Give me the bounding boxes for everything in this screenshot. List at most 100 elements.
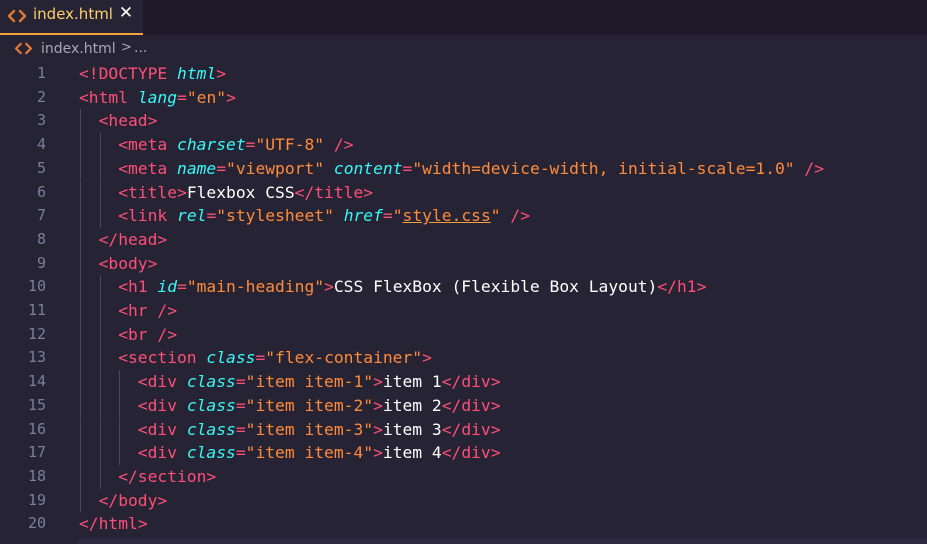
- line-number: 4: [36, 135, 46, 154]
- code-line[interactable]: 14 <div class="item item-1">item 1</div>: [0, 370, 927, 394]
- code-token: <title>: [118, 182, 187, 202]
- code-line[interactable]: 16 <div class="item item-3">item 3</div>: [0, 417, 927, 442]
- code-line[interactable]: 13 <section class="flex-container">: [0, 346, 927, 371]
- code-token: </body>: [98, 490, 168, 510]
- indent-guide: [80, 488, 81, 513]
- code-token: CSS FlexBox (Flexible Box Layout): [333, 277, 658, 297]
- indent-guide: [80, 180, 81, 205]
- code-token: </div>: [441, 372, 501, 392]
- code-token: item 2: [382, 395, 442, 415]
- code-token: <div: [137, 372, 187, 392]
- code-token: name: [177, 158, 217, 178]
- code-token: <h1: [118, 277, 158, 297]
- html-code-icon: [15, 42, 32, 55]
- indent-guide: [80, 417, 81, 442]
- code-line[interactable]: 10 <h1 id="main-heading">CSS FlexBox (Fle…: [0, 275, 927, 299]
- code-line[interactable]: 11 <hr />: [0, 299, 927, 323]
- code-line[interactable]: 18 </section>: [0, 464, 927, 489]
- line-number: 15: [27, 395, 46, 414]
- line-number: 13: [27, 348, 46, 367]
- code-token: >: [373, 419, 383, 439]
- breadcrumb: index.html > ...: [0, 38, 927, 60]
- code-token: charset: [177, 135, 246, 155]
- code-line[interactable]: 20 </html>: [0, 512, 927, 536]
- indent-guide: [80, 346, 81, 371]
- code-token: <html: [79, 87, 138, 107]
- code-line[interactable]: 7 <link rel="stylesheet" href="style.css"…: [0, 204, 927, 228]
- code-token: <hr />: [118, 301, 178, 320]
- code-line[interactable]: 2 <html lang="en">: [0, 86, 927, 110]
- indent-guide: [99, 441, 101, 465]
- code-line[interactable]: 6 <title>Flexbox CSS</title>: [0, 180, 927, 205]
- indent-guide: [119, 417, 121, 442]
- code-token: >: [216, 64, 227, 83]
- code-token: ": [490, 206, 501, 226]
- code-token: id: [157, 277, 178, 297]
- line-number: 9: [36, 253, 46, 272]
- code-line[interactable]: 9 <body>: [0, 251, 927, 276]
- code-line[interactable]: 12 <br />: [0, 322, 927, 347]
- indent-guide: [99, 156, 101, 181]
- code-token: </h1>: [657, 277, 707, 297]
- code-token: >: [373, 443, 383, 463]
- code-token: "item item-1": [245, 372, 374, 392]
- code-token: ": [392, 206, 403, 226]
- code-token: >: [373, 372, 383, 392]
- indent-guide: [99, 275, 101, 299]
- tab-bar: index.html ✕: [0, 0, 927, 35]
- code-token: item 3: [382, 419, 442, 439]
- code-text: <link rel="stylesheet" href="style.css" …: [118, 204, 530, 228]
- code-line[interactable]: 19 </body>: [0, 488, 927, 513]
- code-editor[interactable]: 1 <!DOCTYPE html> 2 <html lang="en"> 3 <head>…: [0, 62, 927, 544]
- code-token: lang: [137, 87, 178, 107]
- code-token: "item item-4": [245, 443, 374, 463]
- code-token: "UTF-8": [255, 135, 325, 155]
- code-token: "viewport": [226, 158, 325, 178]
- code-text: </body>: [99, 489, 168, 513]
- code-line[interactable]: 8 </head>: [0, 227, 927, 252]
- line-number: 10: [27, 277, 46, 296]
- horizontal-scrollbar[interactable]: [79, 538, 927, 544]
- code-text: <hr />: [118, 299, 177, 323]
- indent-guide: [80, 299, 81, 323]
- indent-guide: [80, 133, 81, 157]
- code-line[interactable]: 5 <meta name="viewport" content="width=de…: [0, 156, 927, 181]
- indent-guide: [80, 156, 81, 181]
- indent-guide: [99, 322, 101, 347]
- line-number: 17: [27, 443, 46, 462]
- indent-guide: [99, 204, 101, 228]
- code-text: <title>Flexbox CSS</title>: [118, 181, 373, 205]
- line-number: 14: [27, 372, 46, 391]
- indent-guide: [80, 109, 81, 134]
- code-token: >: [226, 87, 236, 107]
- line-number: 16: [27, 419, 46, 438]
- indent-guide: [99, 417, 101, 442]
- breadcrumb-more[interactable]: ...: [134, 39, 147, 57]
- code-line[interactable]: 1 <!DOCTYPE html>: [0, 62, 927, 86]
- line-number: 3: [36, 111, 46, 130]
- code-token: <div: [137, 419, 187, 439]
- code-token: class: [186, 443, 236, 463]
- line-number: 6: [36, 182, 46, 201]
- code-token: <meta: [118, 135, 178, 155]
- code-text: <meta name="viewport" content="width=dev…: [118, 157, 824, 181]
- code-line[interactable]: 17 <div class="item item-4">item 4</div>: [0, 441, 927, 465]
- code-token: "width=device-width, initial-scale=1.0": [412, 158, 795, 178]
- indent-guide: [80, 441, 81, 465]
- code-token: =: [216, 158, 227, 178]
- line-number: 1: [36, 64, 46, 82]
- code-line[interactable]: 15 <div class="item item-2">item 2</div>: [0, 393, 927, 418]
- code-token: item 4: [382, 443, 442, 463]
- tab-index-html[interactable]: index.html ✕: [0, 0, 143, 35]
- code-line[interactable]: 3 <head>: [0, 109, 927, 134]
- code-token: =: [245, 135, 256, 155]
- code-text: <head>: [99, 109, 158, 133]
- code-line[interactable]: 4 <meta charset="UTF-8" />: [0, 133, 927, 157]
- code-token: rel: [177, 206, 207, 226]
- code-token: >: [324, 277, 334, 297]
- close-icon[interactable]: ✕: [116, 3, 136, 23]
- code-token: <br />: [118, 324, 178, 344]
- code-token: =: [235, 443, 246, 463]
- breadcrumb-file[interactable]: index.html: [41, 40, 116, 58]
